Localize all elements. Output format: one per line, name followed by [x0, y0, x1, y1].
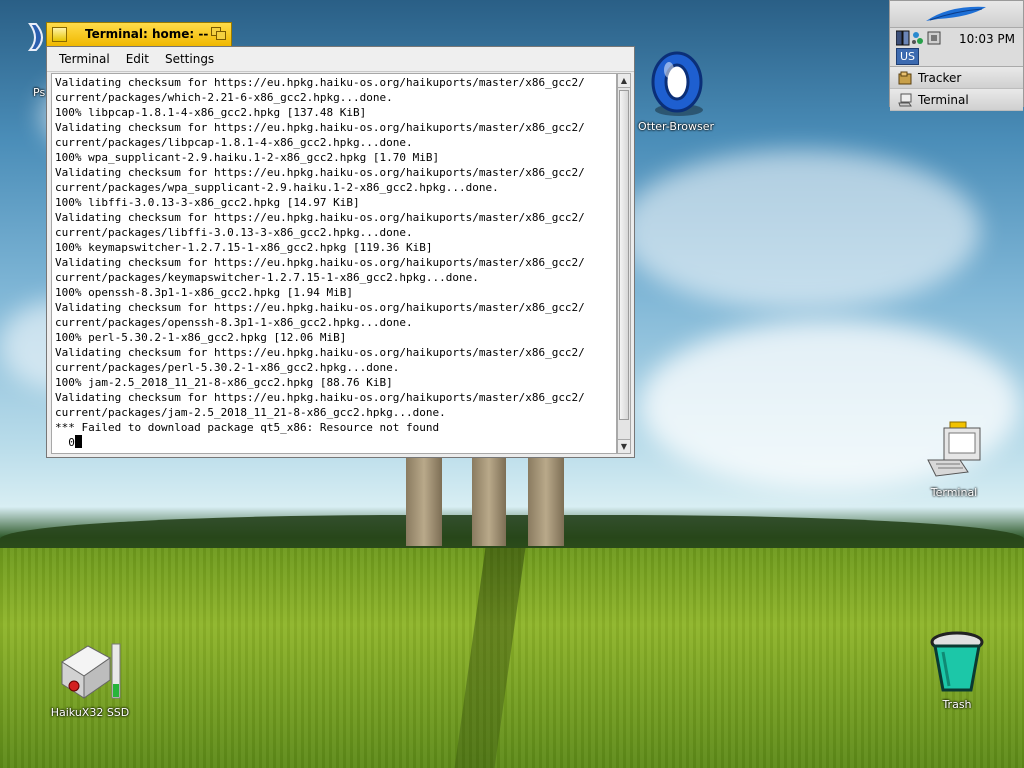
terminal-prompt: 0 — [55, 436, 75, 449]
desktop-icon-label: Terminal — [930, 486, 978, 499]
terminal-line: current/packages/wpa_supplicant-2.9.haik… — [55, 181, 499, 194]
deskbar-clock[interactable]: 10:03 PM — [959, 32, 1015, 46]
background-ruin-pillar — [528, 458, 564, 546]
terminal-line: Validating checksum for https://eu.hpkg.… — [55, 391, 585, 404]
terminal-line: 100% wpa_supplicant-2.9.haiku.1-2-x86_gc… — [55, 151, 440, 164]
tray-icons — [896, 30, 941, 46]
terminal-output[interactable]: Validating checksum for https://eu.hpkg.… — [51, 73, 617, 454]
terminal-line: 100% libpcap-1.8.1-4-x86_gcc2.hpkg [137.… — [55, 106, 367, 119]
terminal-output-lines: Validating checksum for https://eu.hpkg.… — [55, 75, 613, 435]
terminal-line: 100% perl-5.30.2-1-x86_gcc2.hpkg [12.06 … — [55, 331, 347, 344]
terminal-window: Terminal Edit Settings Validating checks… — [46, 46, 635, 458]
deskbar-tray: 10:03 PM US — [890, 27, 1023, 67]
desktop-icon-trash[interactable]: Trash — [918, 630, 996, 711]
desktop-icon-label: Ps — [33, 86, 46, 99]
scroll-up-arrow-icon[interactable]: ▲ — [618, 74, 630, 88]
keymap-indicator[interactable]: US — [896, 48, 920, 65]
terminal-line: 100% keymapswitcher-1.2.7.15-1-x86_gcc2.… — [55, 241, 433, 254]
terminal-line: current/packages/which-2.21-6-x86_gcc2.h… — [55, 91, 393, 104]
terminal-line: 100% libffi-3.0.13-3-x86_gcc2.hpkg [14.9… — [55, 196, 360, 209]
desktop-icon-label: HaikuX32 SSD — [50, 706, 130, 719]
scroll-down-arrow-icon[interactable]: ▼ — [618, 439, 630, 453]
menu-settings[interactable]: Settings — [157, 52, 222, 66]
desktop-icon-label: Otter-Browser — [637, 120, 715, 133]
background-cloud — [620, 150, 980, 310]
background-ruin-pillar — [406, 458, 442, 546]
terminal-window-tab[interactable]: Terminal: home: -- — [46, 22, 232, 46]
terminal-line: Validating checksum for https://eu.hpkg.… — [55, 301, 585, 314]
deskbar: 10:03 PM US Tracker Terminal — [889, 0, 1024, 111]
menu-terminal[interactable]: Terminal — [51, 52, 118, 66]
deskbar-app-label: Tracker — [918, 70, 962, 85]
terminal-line: 100% jam-2.5_2018_11_21-8-x86_gcc2.hpkg … — [55, 376, 393, 389]
terminal-line: *** Failed to download package qt5_x86: … — [55, 421, 440, 434]
desktop-icon-haikux32-ssd[interactable]: HaikuX32 SSD — [50, 640, 130, 719]
terminal-line: current/packages/perl-5.30.2-1-x86_gcc2.… — [55, 361, 400, 374]
terminal-prompt-line[interactable]: 0 — [55, 435, 613, 450]
window-zoom-button[interactable] — [211, 27, 226, 40]
otter-browser-icon — [651, 51, 703, 116]
terminal-icon — [927, 421, 981, 477]
tracker-icon — [898, 71, 912, 84]
desktop-icon-terminal[interactable]: Terminal — [912, 420, 996, 499]
menu-edit[interactable]: Edit — [118, 52, 157, 66]
disk-drive-icon — [61, 643, 121, 699]
terminal-line: Validating checksum for https://eu.hpkg.… — [55, 166, 585, 179]
terminal-line: current/packages/libffi-3.0.13-3-x86_gcc… — [55, 226, 413, 239]
terminal-menubar: Terminal Edit Settings — [47, 47, 634, 72]
terminal-line: current/packages/jam-2.5_2018_11_21-8-x8… — [55, 406, 446, 419]
terminal-line: Validating checksum for https://eu.hpkg.… — [55, 211, 585, 224]
terminal-icon — [898, 93, 912, 106]
deskbar-app-label: Terminal — [918, 92, 969, 107]
window-close-button[interactable] — [52, 27, 67, 42]
terminal-line: current/packages/libpcap-1.8.1-4-x86_gcc… — [55, 136, 413, 149]
terminal-line: Validating checksum for https://eu.hpkg.… — [55, 256, 585, 269]
haiku-leaf-icon — [926, 6, 986, 21]
scrollbar-thumb[interactable] — [619, 90, 629, 420]
desktop-icon-otter-browser[interactable]: Otter-Browser — [630, 48, 722, 133]
window-title: Terminal: home: -- — [85, 27, 209, 41]
desktop-icon-label: Trash — [942, 698, 972, 711]
terminal-line: Validating checksum for https://eu.hpkg.… — [55, 346, 585, 359]
terminal-line: 100% openssh-8.3p1-1-x86_gcc2.hpkg [1.94… — [55, 286, 354, 299]
background-ruin-pillar — [472, 458, 506, 546]
deskbar-menu-button[interactable] — [890, 1, 1023, 27]
terminal-line: Validating checksum for https://eu.hpkg.… — [55, 121, 585, 134]
text-cursor — [74, 435, 82, 448]
terminal-line: Validating checksum for https://eu.hpkg.… — [55, 76, 585, 89]
deskbar-app-terminal[interactable]: Terminal — [890, 89, 1023, 111]
trash-icon — [930, 631, 984, 692]
vertical-scrollbar[interactable]: ▲ ▼ — [617, 73, 631, 454]
deskbar-app-tracker[interactable]: Tracker — [890, 67, 1023, 89]
terminal-line: current/packages/openssh-8.3p1-1-x86_gcc… — [55, 316, 413, 329]
terminal-line: current/packages/keymapswitcher-1.2.7.15… — [55, 271, 479, 284]
